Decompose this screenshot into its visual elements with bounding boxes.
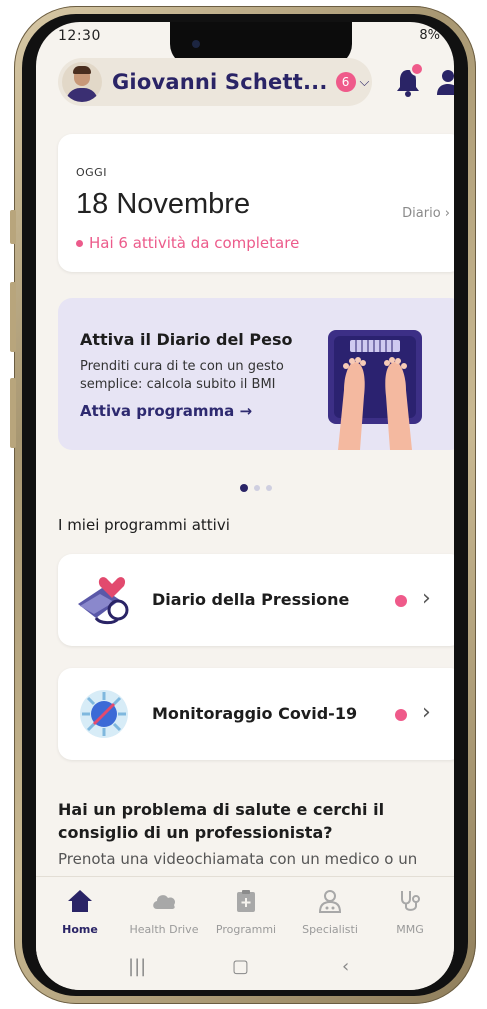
chevron-right-icon[interactable]: ›	[422, 586, 431, 611]
status-battery: 8%	[419, 28, 440, 43]
chevron-right-icon: ›	[444, 206, 450, 221]
weight-diary-promo[interactable]: Attiva il Diario del Peso Prenditi cura …	[58, 298, 454, 450]
pending-text: Hai 6 attività da completare	[89, 234, 300, 252]
header: Giovanni Schett... 6 ⌵	[58, 58, 454, 106]
tab-label: Home	[62, 923, 98, 936]
active-programs-title: I miei programmi attivi	[58, 516, 230, 534]
profile-name: Giovanni Schett...	[112, 70, 328, 94]
profile-badge: 6	[335, 72, 356, 92]
diario-link-label: Diario	[402, 206, 441, 221]
tab-label: Programmi	[215, 923, 277, 936]
stethoscope-icon	[401, 891, 420, 911]
pending-dot	[76, 240, 83, 247]
carousel-dots[interactable]	[240, 484, 272, 492]
tab-label: MMG	[396, 923, 424, 936]
today-date: 18 Novembre	[76, 188, 251, 220]
avatar	[62, 62, 102, 102]
carousel-dot[interactable]	[240, 484, 248, 492]
doctor-icon	[318, 890, 342, 913]
carousel-dot[interactable]	[266, 485, 272, 491]
chevron-down-icon: ⌵	[359, 74, 370, 90]
side-button	[10, 210, 16, 244]
cloud-icon	[153, 895, 176, 909]
blood-pressure-icon	[78, 577, 129, 625]
tab-label: Specialisti	[302, 923, 358, 936]
activate-program-link[interactable]: Attiva programma →	[80, 402, 252, 420]
tab-health-drive[interactable]: Health Drive	[124, 889, 204, 936]
system-navigation: ||| ▢ ‹	[36, 946, 454, 990]
tab-specialisti[interactable]: Specialisti	[290, 889, 370, 936]
today-card[interactable]: OGGI 18 Novembre Diario › Hai 6 attività…	[58, 134, 454, 272]
home-icon	[68, 890, 92, 912]
promo-title: Attiva il Diario del Peso	[80, 330, 293, 349]
scale-illustration-icon	[328, 330, 422, 450]
side-button	[10, 282, 16, 352]
program-status-dot	[395, 595, 407, 607]
carousel-dot[interactable]	[254, 485, 260, 491]
tab-mmg[interactable]: MMG	[370, 889, 450, 936]
promo-text: Prenditi cura di te con un gesto semplic…	[80, 359, 284, 392]
today-label: OGGI	[76, 166, 107, 179]
help-title: Hai un problema di salute e cerchi il co…	[58, 800, 385, 842]
notification-dot	[410, 62, 424, 76]
program-card-pressure[interactable]: Diario della Pressione ›	[58, 554, 454, 646]
tab-home[interactable]: Home	[40, 889, 120, 936]
diario-link[interactable]: Diario ›	[402, 206, 450, 221]
status-time: 12:30	[58, 28, 101, 44]
home-circle-icon[interactable]: ▢	[232, 956, 249, 977]
program-card-covid[interactable]: Monitoraggio Covid-19 ›	[58, 668, 454, 760]
tab-programmi[interactable]: Programmi	[206, 889, 286, 936]
chevron-right-icon[interactable]: ›	[422, 700, 431, 725]
user-icon[interactable]	[436, 68, 454, 96]
camera-dot	[192, 40, 200, 48]
bottom-tab-bar: Home Health Drive Programmi Specialisti	[36, 876, 454, 946]
program-label: Diario della Pressione	[152, 590, 350, 609]
back-icon[interactable]: ‹	[342, 956, 349, 977]
virus-icon	[80, 690, 128, 738]
help-text: Prenota una videochiamata con un medico …	[58, 850, 418, 868]
side-button	[10, 378, 16, 448]
clipboard-icon	[237, 890, 255, 912]
program-status-dot	[395, 709, 407, 721]
tab-label: Health Drive	[129, 923, 199, 936]
pending-activities: Hai 6 attività da completare	[76, 234, 299, 252]
program-label: Monitoraggio Covid-19	[152, 704, 358, 723]
recent-apps-icon[interactable]: |||	[128, 956, 146, 977]
app-screen: 12:30 8% Giovanni Schett... 6 ⌵ OGGI 18 …	[36, 22, 454, 990]
profile-switcher[interactable]: Giovanni Schett... 6 ⌵	[58, 58, 372, 106]
